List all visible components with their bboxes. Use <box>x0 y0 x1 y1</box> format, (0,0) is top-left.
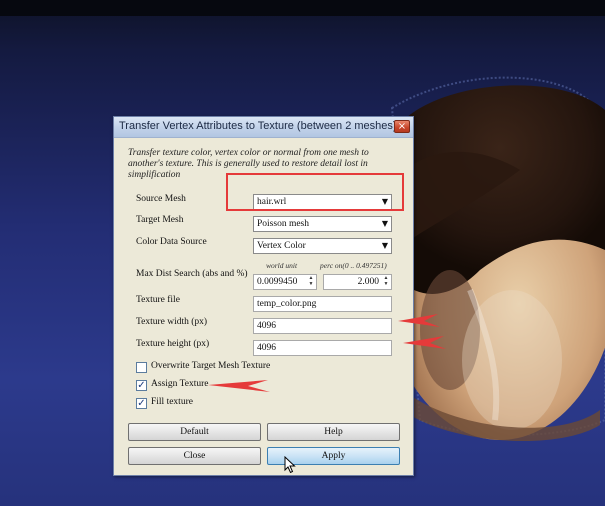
arrow-icon <box>398 314 440 327</box>
annotation-arrows <box>208 314 446 392</box>
mouse-cursor-icon <box>284 456 296 474</box>
arrow-icon <box>403 336 446 349</box>
arrow-icon <box>208 380 270 392</box>
